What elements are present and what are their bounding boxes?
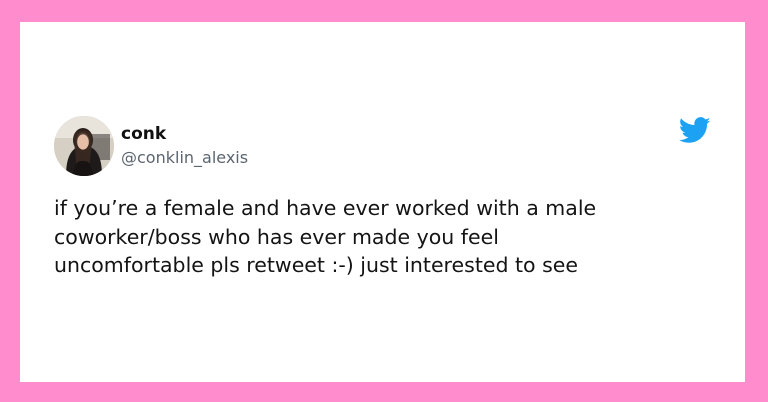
avatar-image — [54, 116, 114, 176]
twitter-bird-icon[interactable] — [679, 117, 711, 144]
user-handle[interactable]: @conklin_alexis — [121, 147, 248, 169]
tweet-text: if you’re a female and have ever worked … — [54, 196, 597, 277]
avatar[interactable] — [54, 116, 114, 176]
tweet-card: conk @conklin_alexis if you’re a female … — [20, 22, 745, 382]
display-name[interactable]: conk — [121, 123, 166, 145]
